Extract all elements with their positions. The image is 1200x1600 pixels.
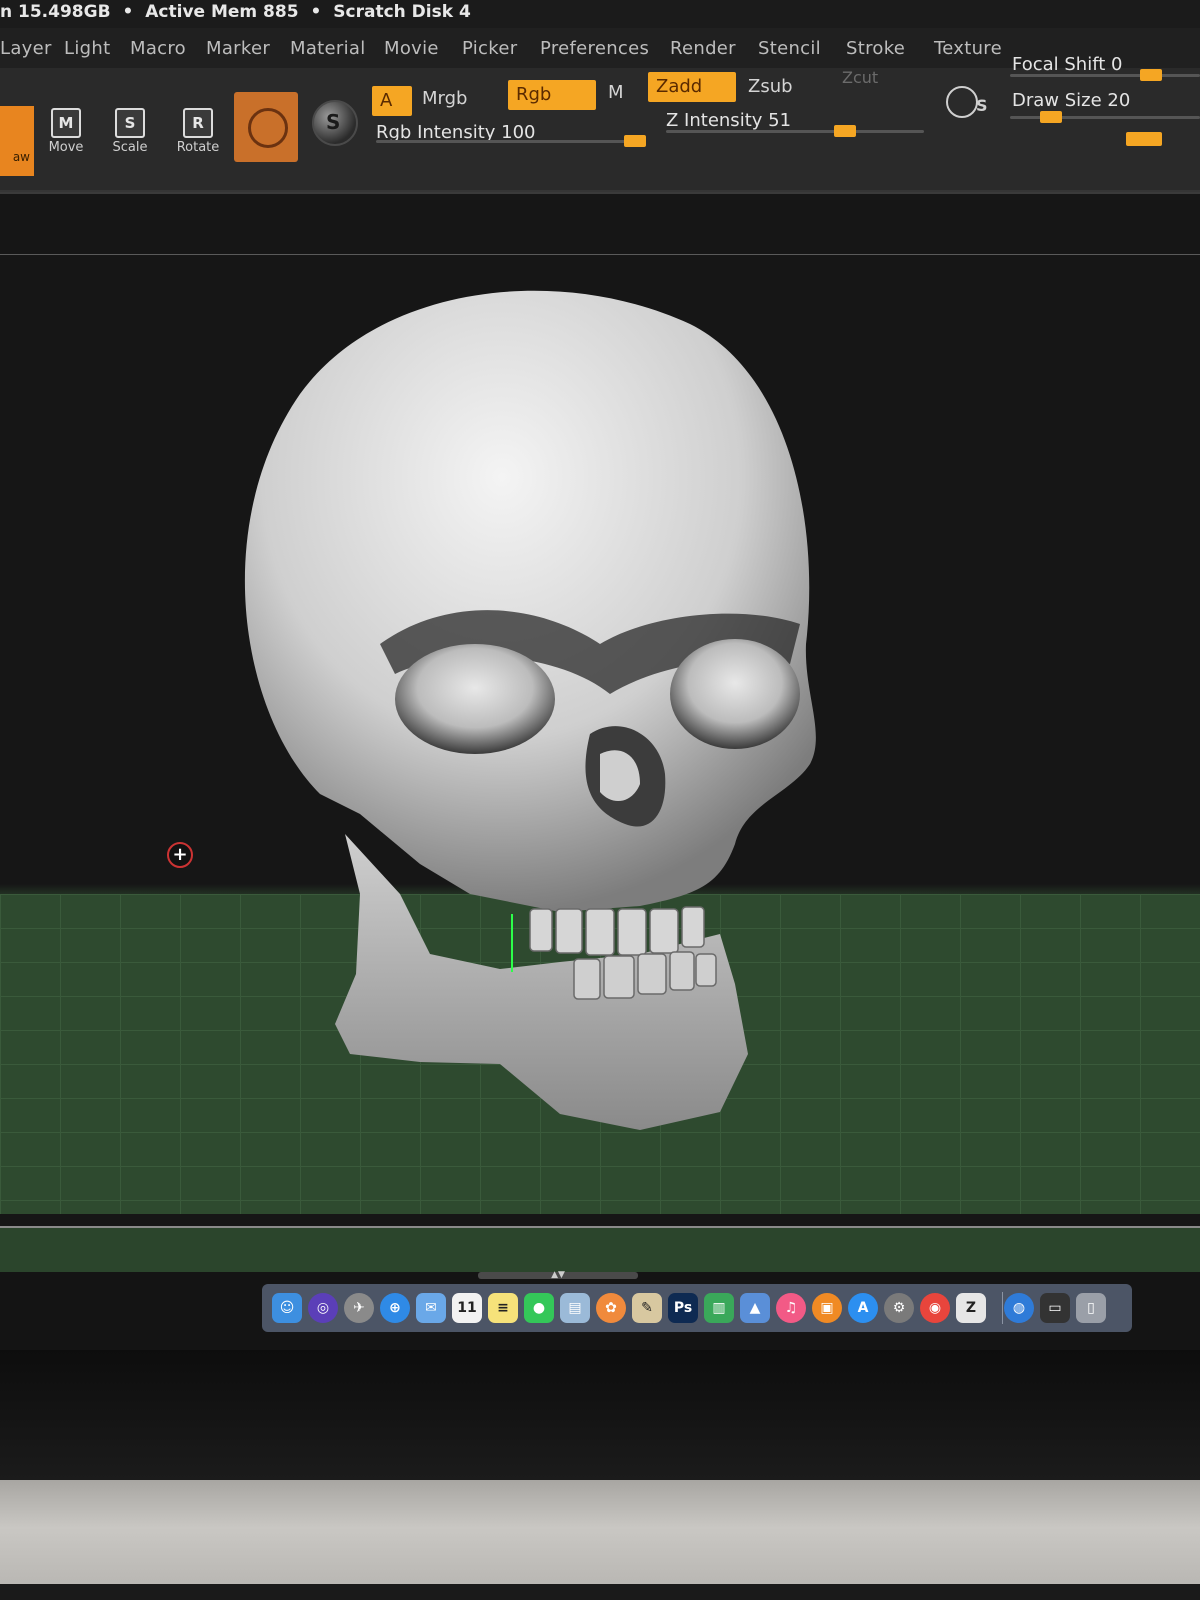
zbrush-icon[interactable]: Z (956, 1293, 986, 1323)
draw-size-slider[interactable] (1010, 111, 1200, 123)
numbers-icon[interactable]: ▥ (704, 1293, 734, 1323)
active-mem-readout: Active Mem 885 (145, 2, 299, 22)
move-icon: M (51, 108, 81, 138)
scale-button[interactable]: S Scale (100, 104, 160, 168)
dock-resize-handle[interactable]: ▲▼ (478, 1271, 638, 1280)
menu-texture[interactable]: Texture (934, 38, 1002, 59)
zadd-toggle[interactable]: Zadd (648, 72, 736, 102)
menu-marker[interactable]: Marker (206, 38, 270, 59)
dock-separator (1002, 1292, 1003, 1324)
upper-teeth (529, 906, 705, 956)
menu-material[interactable]: Material (290, 38, 366, 59)
rotate-label: Rotate (176, 140, 220, 155)
chrome-icon[interactable]: ◉ (920, 1293, 950, 1323)
finder-icon[interactable]: ☺ (272, 1293, 302, 1323)
menu-macro[interactable]: Macro (130, 38, 186, 59)
move-button[interactable]: M Move (36, 104, 96, 168)
launchpad-icon[interactable]: ✈ (344, 1293, 374, 1323)
rgb-intensity-slider[interactable] (376, 135, 646, 147)
right-eye-socket (670, 639, 800, 749)
trash-icon[interactable]: ▯ (1076, 1293, 1106, 1323)
material-button[interactable] (234, 92, 298, 162)
keyboard-edge (0, 1584, 1200, 1600)
rotate-icon: R (183, 108, 213, 138)
focal-shift-label: Focal Shift 0 (1012, 54, 1123, 75)
brush-alpha-button[interactable]: S (312, 100, 358, 146)
safari-icon[interactable]: ⊕ (380, 1293, 410, 1323)
system-preferences-icon[interactable]: ⚙ (884, 1293, 914, 1323)
app-store-icon[interactable]: A (848, 1293, 878, 1323)
menu-picker[interactable]: Picker (462, 38, 517, 59)
laptop-bezel (0, 1350, 1200, 1480)
status-bullet: • (122, 2, 134, 22)
facetime-icon[interactable]: ● (524, 1293, 554, 1323)
z-intensity-slider[interactable] (666, 125, 924, 137)
macos-dock: ☺ ◎ ✈ ⊕ ✉ 11 ≡ ● ▤ ✿ ✎ Ps ▥ ▲ ♫ ▣ A ⚙ ◉ Z ◍ ▭ ▯ (262, 1284, 1132, 1332)
z-intensity-knob[interactable] (834, 125, 856, 137)
focal-shift-knob[interactable] (1140, 69, 1162, 81)
menu-movie[interactable]: Movie (384, 38, 439, 59)
downloads-icon[interactable]: ◍ (1004, 1293, 1034, 1323)
draw-size-knob[interactable] (1040, 111, 1062, 123)
scale-icon: S (115, 108, 145, 138)
transpose-axis-line (511, 914, 513, 972)
draw-button[interactable]: aw (0, 106, 34, 176)
preview-icon[interactable]: ▤ (560, 1293, 590, 1323)
photoshop-icon[interactable]: Ps (668, 1293, 698, 1323)
rgb-intensity-knob[interactable] (624, 135, 646, 147)
a-label: A (380, 90, 393, 111)
memory-readout: n 15.498GB (0, 2, 111, 22)
calendar-icon[interactable]: 11 (452, 1293, 482, 1323)
rgb-toggle[interactable]: Rgb (508, 80, 596, 110)
notes-icon[interactable]: ≡ (488, 1293, 518, 1323)
status-bar: n 15.498GB • Active Mem 885 • Scratch Di… (0, 0, 1200, 30)
siri-icon[interactable]: ◎ (308, 1293, 338, 1323)
pivot-cursor-icon[interactable]: + (167, 842, 193, 868)
draw-size-label: Draw Size 20 (1012, 90, 1131, 111)
photos-icon[interactable]: ✿ (596, 1293, 626, 1323)
focal-shift-slider[interactable] (1010, 69, 1200, 81)
menu-stencil[interactable]: Stencil (758, 38, 821, 59)
mail-icon[interactable]: ✉ (416, 1293, 446, 1323)
itunes-icon[interactable]: ♫ (776, 1293, 806, 1323)
left-eye-socket (395, 644, 555, 754)
menu-layer[interactable]: Layer (0, 38, 52, 59)
keynote-icon[interactable]: ▲ (740, 1293, 770, 1323)
material-icon (248, 108, 288, 148)
cranium-shape (244, 290, 816, 912)
screenshot-stack-icon[interactable]: ▭ (1040, 1293, 1070, 1323)
toolbar: aw M Move S Scale R Rotate S A Mrgb Rgb … (0, 54, 1200, 192)
status-bullet: • (310, 2, 322, 22)
m-toggle[interactable]: M (608, 82, 624, 103)
laptop-body (0, 1480, 1200, 1600)
a-toggle[interactable]: A (372, 86, 412, 116)
menu-preferences[interactable]: Preferences (540, 38, 649, 59)
zsub-toggle[interactable]: Zsub (748, 76, 793, 97)
mrgb-toggle[interactable]: Mrgb (422, 88, 467, 109)
brush-ring-icon (946, 86, 978, 118)
draw-label: aw (12, 150, 30, 164)
scale-label: Scale (112, 140, 148, 155)
sphere-icon: S (326, 110, 341, 134)
z-intensity-label: Z Intensity 51 (666, 110, 792, 131)
lazy-mouse-button[interactable]: S (946, 78, 988, 120)
menu-render[interactable]: Render (670, 38, 736, 59)
zcut-toggle[interactable]: Zcut (842, 68, 878, 87)
laptop-screen: n 15.498GB • Active Mem 885 • Scratch Di… (0, 0, 1200, 1350)
zadd-label: Zadd (656, 76, 703, 97)
z-intensity-knob-secondary[interactable] (1126, 132, 1162, 146)
menu-stroke[interactable]: Stroke (846, 38, 905, 59)
ibooks-icon[interactable]: ▣ (812, 1293, 842, 1323)
menu-light[interactable]: Light (64, 38, 110, 59)
rgb-label: Rgb (516, 84, 552, 105)
move-label: Move (48, 140, 84, 155)
brush-icon: S (976, 96, 988, 115)
skull-model[interactable] (0, 194, 1200, 1272)
scratch-disk-readout: Scratch Disk 4 (333, 2, 471, 22)
rotate-button[interactable]: R Rotate (168, 104, 228, 168)
script-editor-icon[interactable]: ✎ (632, 1293, 662, 1323)
canvas-viewport[interactable]: + (0, 192, 1200, 1272)
